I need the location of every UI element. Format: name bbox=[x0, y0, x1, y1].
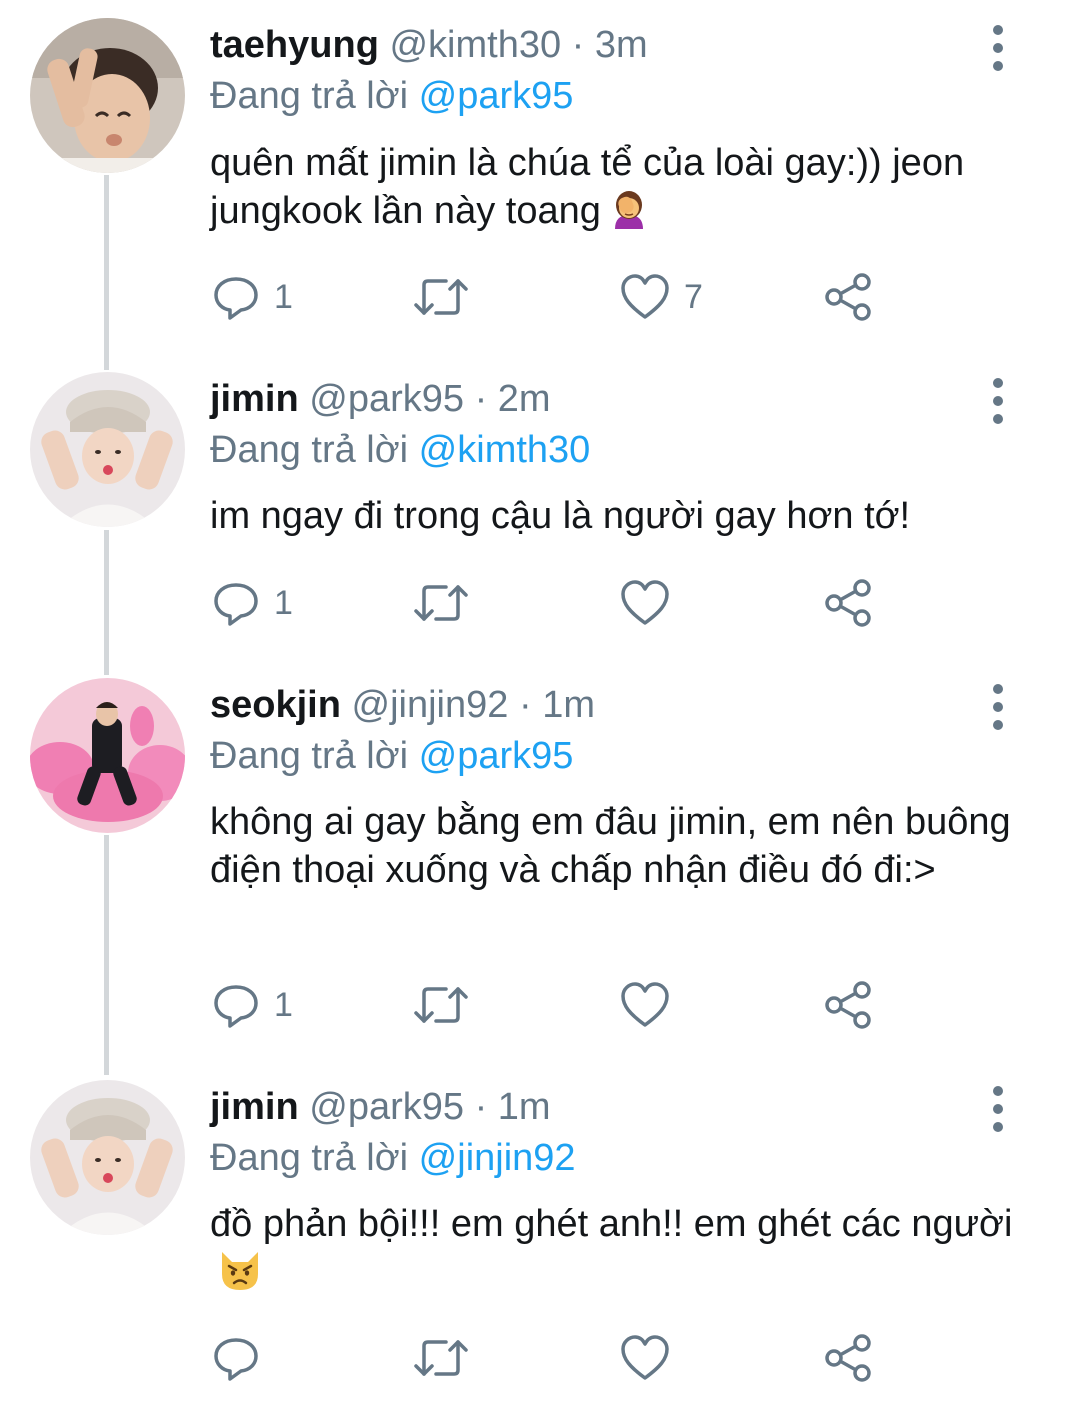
reply-button[interactable]: 1 bbox=[212, 578, 293, 628]
separator-dot: · bbox=[571, 24, 585, 66]
timestamp[interactable]: 1m bbox=[542, 684, 595, 726]
tweet-3[interactable]: seokjin @jinjin92 · 1m Đang trả lời @par… bbox=[0, 675, 1077, 1075]
thread-line bbox=[104, 175, 109, 370]
like-count: 7 bbox=[684, 277, 703, 316]
pouting-cat-emoji bbox=[218, 1248, 262, 1304]
avatar[interactable] bbox=[30, 678, 185, 833]
tweet-text-container: đồ phản bội!!! em ghét anh!! em ghét các… bbox=[210, 1200, 1030, 1304]
avatar[interactable] bbox=[30, 18, 185, 173]
retweet-button[interactable] bbox=[412, 272, 470, 322]
tweet-4[interactable]: jimin @park95 · 1m Đang trả lời @jinjin9… bbox=[0, 1075, 1077, 1406]
tweet-2[interactable]: jimin @park95 · 2m Đang trả lời @kimth30… bbox=[0, 370, 1077, 675]
retweet-icon bbox=[414, 987, 468, 1023]
retweet-icon bbox=[414, 279, 468, 315]
separator-dot: · bbox=[518, 684, 532, 726]
mention-link[interactable]: @kimth30 bbox=[419, 429, 591, 471]
like-icon bbox=[621, 274, 669, 319]
reply-count: 1 bbox=[274, 277, 293, 316]
share-button[interactable] bbox=[824, 980, 874, 1030]
replying-to: Đang trả lời @jinjin92 bbox=[210, 1134, 576, 1182]
reply-count: 1 bbox=[274, 985, 293, 1024]
separator-dot: · bbox=[474, 378, 488, 420]
tweet-actions: 1 bbox=[210, 578, 910, 628]
timestamp[interactable]: 2m bbox=[498, 378, 551, 420]
replying-label: Đang trả lời bbox=[210, 429, 409, 471]
user-handle[interactable]: @park95 bbox=[309, 1086, 464, 1128]
separator-dot: · bbox=[474, 1086, 488, 1128]
retweet-button[interactable] bbox=[412, 980, 470, 1030]
like-button[interactable] bbox=[620, 980, 684, 1030]
tweet-header: seokjin @jinjin92 · 1m bbox=[210, 681, 595, 729]
like-icon bbox=[621, 1335, 669, 1380]
person-facepalming-emoji bbox=[609, 189, 649, 243]
share-button[interactable] bbox=[824, 578, 874, 628]
reply-button[interactable] bbox=[212, 1333, 274, 1383]
user-handle[interactable]: @jinjin92 bbox=[352, 684, 509, 726]
avatar[interactable] bbox=[30, 372, 185, 527]
share-button[interactable] bbox=[824, 272, 874, 322]
tweet-actions bbox=[210, 1333, 910, 1383]
reply-icon bbox=[214, 583, 258, 626]
like-button[interactable]: 7 bbox=[620, 272, 703, 322]
like-button[interactable] bbox=[620, 578, 684, 628]
like-button[interactable] bbox=[620, 1333, 684, 1383]
thread-line bbox=[104, 530, 109, 675]
share-button[interactable] bbox=[824, 1333, 874, 1383]
tweet-header: jimin @park95 · 2m bbox=[210, 375, 551, 423]
replying-label: Đang trả lời bbox=[210, 75, 409, 117]
more-options-icon[interactable] bbox=[983, 25, 1013, 71]
display-name[interactable]: taehyung bbox=[210, 24, 379, 66]
tweet-text: không ai gay bằng em đâu jimin, em nên b… bbox=[210, 801, 1011, 891]
reply-button[interactable]: 1 bbox=[212, 272, 293, 322]
avatar[interactable] bbox=[30, 1080, 185, 1235]
like-icon bbox=[621, 982, 669, 1027]
retweet-button[interactable] bbox=[412, 578, 470, 628]
mention-link[interactable]: @jinjin92 bbox=[419, 1137, 576, 1179]
thread-line bbox=[104, 835, 109, 1075]
timestamp[interactable]: 3m bbox=[595, 24, 648, 66]
reply-icon bbox=[214, 277, 258, 320]
reply-button[interactable]: 1 bbox=[212, 980, 293, 1030]
retweet-icon bbox=[414, 585, 468, 621]
user-handle[interactable]: @park95 bbox=[309, 378, 464, 420]
tweet-actions: 1 7 bbox=[210, 272, 910, 322]
reply-icon bbox=[214, 1338, 258, 1381]
tweet-header: taehyung @kimth30 · 3m bbox=[210, 21, 648, 69]
tweet-1[interactable]: taehyung @kimth30 · 3m Đang trả lời @par… bbox=[0, 0, 1077, 370]
display-name[interactable]: jimin bbox=[210, 1086, 299, 1128]
mention-link[interactable]: @park95 bbox=[419, 75, 574, 117]
tweet-text: quên mất jimin là chúa tể của loài gay:)… bbox=[210, 142, 965, 232]
tweet-text-container: im ngay đi trong cậu là người gay hơn tớ… bbox=[210, 492, 1030, 540]
tweet-actions: 1 bbox=[210, 980, 910, 1030]
replying-to: Đang trả lời @park95 bbox=[210, 72, 573, 120]
timestamp[interactable]: 1m bbox=[498, 1086, 551, 1128]
retweet-button[interactable] bbox=[412, 1333, 470, 1383]
display-name[interactable]: seokjin bbox=[210, 684, 341, 726]
share-icon bbox=[825, 981, 871, 1029]
tweet-text: im ngay đi trong cậu là người gay hơn tớ… bbox=[210, 495, 911, 537]
reply-icon bbox=[214, 985, 258, 1028]
like-icon bbox=[621, 580, 669, 625]
reply-count: 1 bbox=[274, 583, 293, 622]
more-options-icon[interactable] bbox=[983, 684, 1013, 730]
display-name[interactable]: jimin bbox=[210, 378, 299, 420]
share-icon bbox=[825, 1334, 871, 1382]
retweet-icon bbox=[414, 1340, 468, 1376]
tweet-text: đồ phản bội!!! em ghét anh!! em ghét các… bbox=[210, 1203, 1013, 1245]
replying-label: Đang trả lời bbox=[210, 735, 409, 777]
replying-to: Đang trả lời @park95 bbox=[210, 732, 573, 780]
replying-label: Đang trả lời bbox=[210, 1137, 409, 1179]
more-options-icon[interactable] bbox=[983, 1086, 1013, 1132]
tweet-header: jimin @park95 · 1m bbox=[210, 1083, 551, 1131]
user-handle[interactable]: @kimth30 bbox=[389, 24, 561, 66]
more-options-icon[interactable] bbox=[983, 378, 1013, 424]
share-icon bbox=[825, 273, 871, 321]
tweet-text-container: không ai gay bằng em đâu jimin, em nên b… bbox=[210, 798, 1030, 894]
tweet-text-container: quên mất jimin là chúa tể của loài gay:)… bbox=[210, 139, 1030, 243]
share-icon bbox=[825, 579, 871, 627]
mention-link[interactable]: @park95 bbox=[419, 735, 574, 777]
replying-to: Đang trả lời @kimth30 bbox=[210, 426, 590, 474]
